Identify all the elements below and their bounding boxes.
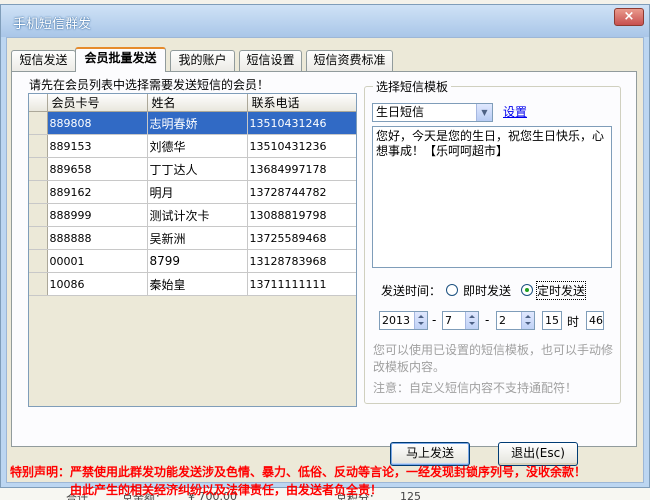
send-time-label: 发送时间： — [381, 284, 442, 298]
tab-sms-pricing[interactable]: 短信资费标准 — [306, 50, 393, 71]
cell-phone: 13510431246 — [247, 111, 356, 135]
row-indicator[interactable] — [29, 249, 48, 273]
cell-card-no: 889808 — [47, 111, 148, 135]
row-indicator[interactable] — [29, 203, 48, 227]
cell-card-no: 888888 — [47, 226, 148, 250]
cell-card-no: 00001 — [47, 249, 148, 273]
row-indicator[interactable] — [29, 272, 48, 296]
template-group-legend: 选择短信模板 — [373, 78, 452, 95]
day-spinner[interactable]: 2 — [496, 311, 535, 330]
template-settings-link[interactable]: 设置 — [503, 103, 527, 120]
message-textarea[interactable]: 您好，今天是您的生日，祝您生日快乐，心想事成！【乐呵呵超市】 — [372, 126, 612, 268]
date-separator: - — [485, 313, 490, 327]
chevron-down-icon[interactable]: ▼ — [476, 104, 492, 121]
member-table[interactable]: 会员卡号 姓名 联系电话 889808 志明春娇 13510431246 889 — [28, 93, 357, 407]
disclaimer-line-1: 特别声明：严禁使用此群发功能发送涉及色情、暴力、低俗、反动等言论，一经发现封锁序… — [10, 465, 587, 479]
row-indicator[interactable] — [29, 180, 48, 204]
cell-card-no: 889162 — [47, 180, 148, 204]
cell-name: 测试计次卡 — [147, 203, 248, 227]
row-indicator[interactable] — [29, 111, 48, 135]
cell-name: 丁丁达人 — [147, 157, 248, 181]
template-usage-hint: 您可以使用已设置的短信模板，也可以手动修改模板内容。 — [373, 343, 614, 374]
disclaimer-line-2: 由此产生的相关经济纠纷以及法律责任，由发送者负全责！ — [70, 483, 383, 497]
row-indicator-header — [29, 94, 48, 112]
cell-card-no: 889658 — [47, 157, 148, 181]
year-spinner[interactable]: 2013 — [379, 311, 428, 330]
cell-phone: 13728744782 — [247, 180, 356, 204]
radio-immediate-send-label[interactable]: 即时发送 — [463, 282, 511, 299]
cell-phone: 13510431236 — [247, 134, 356, 158]
window-title: 手机短信群发 — [13, 17, 92, 32]
tab-my-account[interactable]: 我的账户 — [170, 50, 235, 71]
table-row[interactable]: 889808 志明春娇 13510431246 — [29, 111, 356, 135]
cell-card-no: 10086 — [47, 272, 148, 296]
day-spin-buttons[interactable] — [521, 312, 534, 329]
year-value: 2013 — [382, 314, 410, 327]
sms-dialog: 手机短信群发 × 短信发送 会员批量发送 我的账户 短信设置 短信资费标准 请先… — [0, 4, 650, 497]
date-separator: - — [432, 313, 437, 327]
tab-sms-settings[interactable]: 短信设置 — [239, 50, 302, 71]
table-row[interactable]: 888999 测试计次卡 13088819798 — [29, 203, 356, 227]
title-bar[interactable]: 手机短信群发 × — [1, 5, 649, 37]
cell-card-no: 888999 — [47, 203, 148, 227]
member-grid: 会员卡号 姓名 联系电话 889808 志明春娇 13510431246 889 — [29, 94, 356, 296]
month-spinner[interactable]: 7 — [442, 311, 479, 330]
wildcard-warning-hint: 注意：自定义短信内容不支持通配符！ — [373, 381, 578, 395]
column-header-card-no[interactable]: 会员卡号 — [47, 94, 148, 112]
table-row[interactable]: 10086 秦始皇 13711111111 — [29, 272, 356, 296]
month-value: 7 — [445, 314, 452, 327]
cell-name: 刘德华 — [147, 134, 248, 158]
row-indicator[interactable] — [29, 157, 48, 181]
cell-phone: 13088819798 — [247, 203, 356, 227]
radio-scheduled-send-label[interactable]: 定时发送 — [535, 281, 587, 300]
legal-disclaimer: 特别声明：严禁使用此群发功能发送涉及色情、暴力、低俗、反动等言论，一经发现封锁序… — [10, 463, 642, 499]
row-indicator[interactable] — [29, 134, 48, 158]
radio-scheduled-send[interactable] — [521, 284, 533, 296]
radio-immediate-send[interactable] — [446, 284, 458, 296]
tab-member-batch-send[interactable]: 会员批量发送 — [75, 47, 166, 72]
month-spin-buttons[interactable] — [465, 312, 478, 329]
table-row[interactable]: 889153 刘德华 13510431236 — [29, 134, 356, 158]
cell-name: 8799 — [147, 249, 248, 273]
cell-name: 秦始皇 — [147, 272, 248, 296]
tab-sms-send[interactable]: 短信发送 — [11, 50, 76, 71]
minute-field[interactable]: 46 — [586, 311, 604, 330]
hour-label: 时 — [567, 315, 580, 329]
cell-phone: 13684997178 — [247, 157, 356, 181]
row-indicator[interactable] — [29, 226, 48, 250]
template-dropdown-value: 生日短信 — [376, 105, 425, 119]
member-select-prompt: 请先在会员列表中选择需要发送短信的会员！ — [29, 78, 270, 92]
close-icon: × — [623, 9, 635, 24]
cell-name: 志明春娇 — [147, 111, 248, 135]
column-header-name[interactable]: 姓名 — [147, 94, 248, 112]
cell-phone: 13711111111 — [247, 272, 356, 296]
cell-name: 吴新洲 — [147, 226, 248, 250]
table-header-row: 会员卡号 姓名 联系电话 — [29, 94, 356, 112]
dialog-body: 短信发送 会员批量发送 我的账户 短信设置 短信资费标准 请先在会员列表中选择需… — [6, 37, 644, 497]
hour-field[interactable]: 15 — [542, 311, 562, 330]
template-dropdown[interactable]: 生日短信 ▼ — [372, 103, 493, 122]
table-row[interactable]: 00001 8799 13128783968 — [29, 249, 356, 273]
cell-phone: 13725589468 — [247, 226, 356, 250]
year-spin-buttons[interactable] — [414, 312, 427, 329]
cell-name: 明月 — [147, 180, 248, 204]
close-button[interactable]: × — [614, 8, 644, 26]
table-row[interactable]: 888888 吴新洲 13725589468 — [29, 226, 356, 250]
cell-card-no: 889153 — [47, 134, 148, 158]
column-header-phone[interactable]: 联系电话 — [247, 94, 356, 112]
cell-phone: 13128783968 — [247, 249, 356, 273]
table-row[interactable]: 889162 明月 13728744782 — [29, 180, 356, 204]
day-value: 2 — [499, 314, 506, 327]
table-row[interactable]: 889658 丁丁达人 13684997178 — [29, 157, 356, 181]
